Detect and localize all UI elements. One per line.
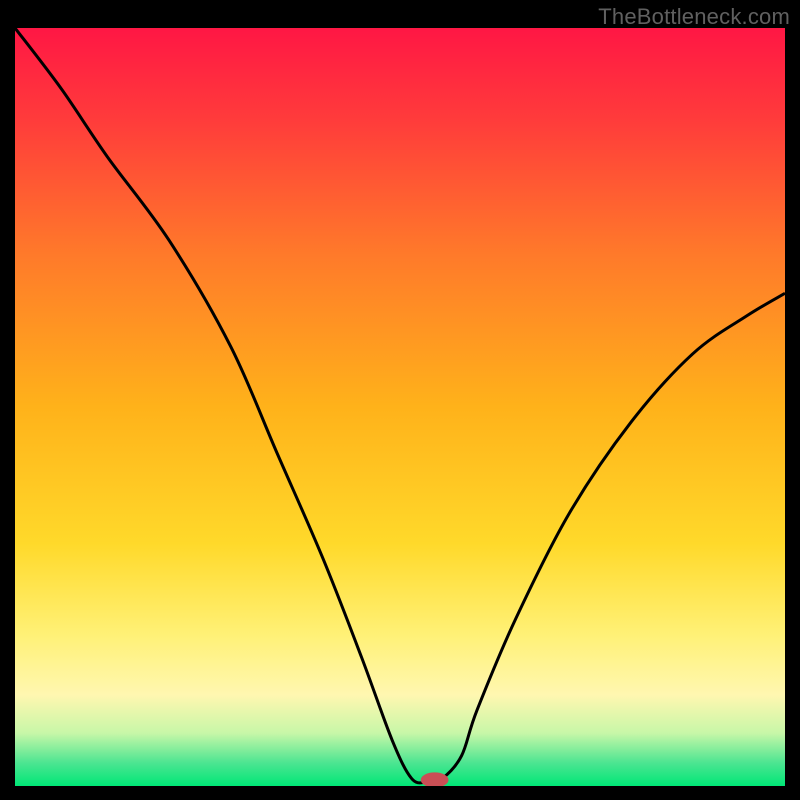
chart-frame: TheBottleneck.com xyxy=(0,0,800,800)
gradient-background xyxy=(15,28,785,786)
watermark-text: TheBottleneck.com xyxy=(598,4,790,30)
bottleneck-plot xyxy=(15,28,785,786)
